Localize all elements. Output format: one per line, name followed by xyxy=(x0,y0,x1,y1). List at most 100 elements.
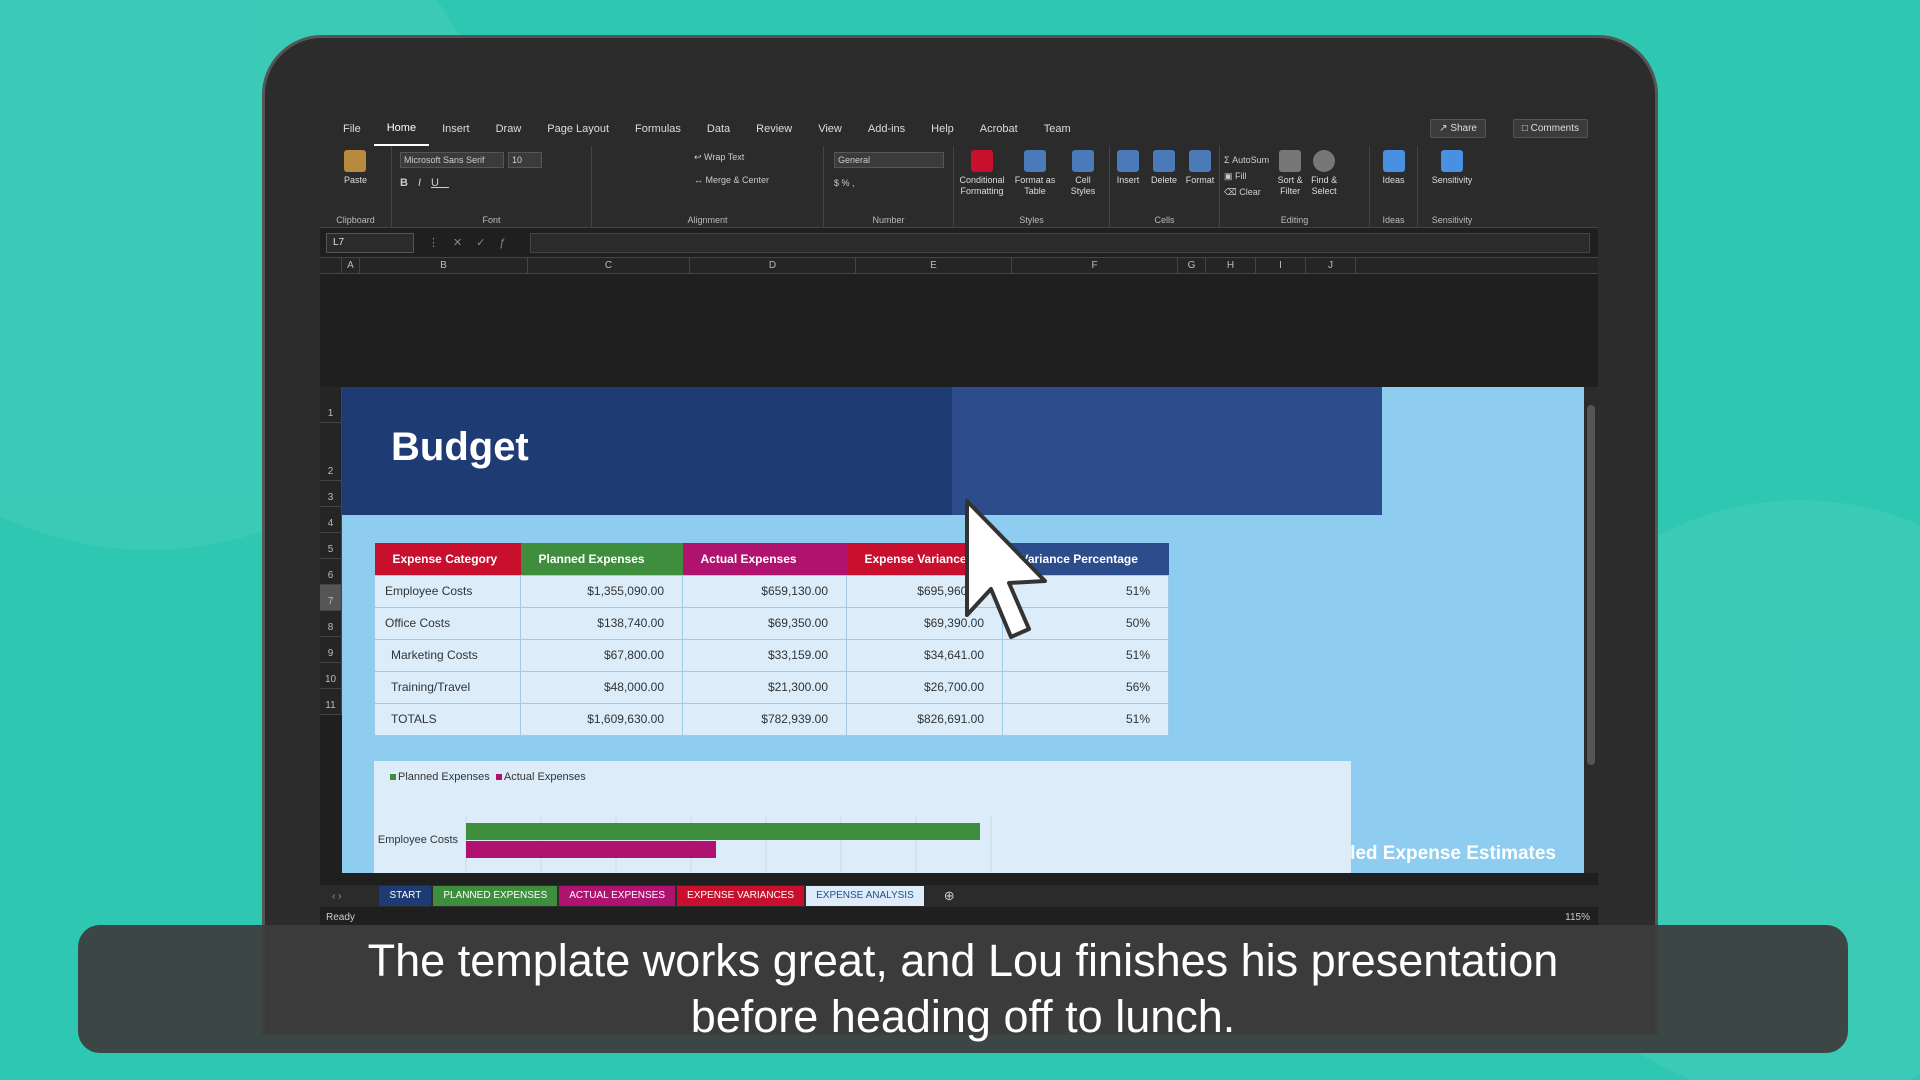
menu-tab-review[interactable]: Review xyxy=(743,112,805,146)
menu-tab-acrobat[interactable]: Acrobat xyxy=(967,112,1031,146)
expense-chart[interactable]: Planned Expenses Actual Expenses Employe… xyxy=(374,761,1351,873)
row-header-1[interactable]: 1 xyxy=(320,387,341,423)
table-cell[interactable]: $69,350.00 xyxy=(682,606,847,640)
menu-tab-page-layout[interactable]: Page Layout xyxy=(534,112,622,146)
sensitivity-icon xyxy=(1440,150,1463,172)
row-header-9[interactable]: 9 xyxy=(320,637,341,663)
row-header-11[interactable]: 11 xyxy=(320,689,341,715)
insert-cells-button[interactable]: Insert xyxy=(1110,146,1146,186)
ideas-button[interactable]: Ideas xyxy=(1378,146,1408,186)
column-header-b[interactable]: B xyxy=(360,258,528,273)
bar-planned[interactable] xyxy=(466,823,980,840)
comments-button[interactable]: □ Comments xyxy=(1512,119,1588,138)
clear-button[interactable]: ⌫ Clear xyxy=(1224,184,1269,200)
column-header-j[interactable]: J xyxy=(1306,258,1356,273)
sheet-tab-expense-variances[interactable]: EXPENSE VARIANCES xyxy=(677,886,805,906)
row-header-8[interactable]: 8 xyxy=(320,611,341,637)
font-name-select[interactable]: Microsoft Sans Serif xyxy=(400,152,504,168)
table-cell[interactable]: Employee Costs xyxy=(374,574,521,608)
select-all-corner[interactable] xyxy=(320,258,342,273)
row-header-3[interactable]: 3 xyxy=(320,481,341,507)
sheet-tab-start[interactable]: START xyxy=(379,886,432,906)
ribbon: Paste Clipboard Microsoft Sans Serif 10 … xyxy=(320,146,1598,228)
tab-nav-arrows[interactable]: ‹ › xyxy=(332,891,341,902)
bar-chart-svg: Employee CostsOffice CostsMarketing Cost… xyxy=(378,816,992,873)
wrap-text-button[interactable]: ↩ Wrap Text xyxy=(694,152,744,163)
table-cell[interactable]: $21,300.00 xyxy=(682,670,847,704)
clipboard-group: Paste Clipboard xyxy=(320,146,392,228)
name-box[interactable]: L7 xyxy=(326,232,414,253)
column-header-h[interactable]: H xyxy=(1206,258,1256,273)
menu-tab-data[interactable]: Data xyxy=(694,112,743,146)
table-cell[interactable]: $138,740.00 xyxy=(520,606,683,640)
table-row: Training/Travel $48,000.00 $21,300.00 $26,7… xyxy=(374,670,1169,704)
table-cell[interactable]: $782,939.00 xyxy=(682,702,847,736)
row-header-2[interactable]: 2 xyxy=(320,423,341,481)
menu-tab-view[interactable]: View xyxy=(805,112,855,146)
sheet-tab-expense-analysis[interactable]: EXPENSE ANALYSIS xyxy=(806,886,924,906)
status-bar: Ready 115% xyxy=(320,907,1598,927)
scroll-thumb[interactable] xyxy=(1587,405,1595,765)
number-format-select[interactable]: General xyxy=(834,152,944,168)
font-size-select[interactable]: 10 xyxy=(508,152,542,168)
table-cell[interactable]: 56% xyxy=(1002,670,1169,704)
row-header-4[interactable]: 4 xyxy=(320,507,341,533)
menu-tab-help[interactable]: Help xyxy=(918,112,967,146)
table-header-cell: Actual Expenses xyxy=(682,543,847,575)
font-format-buttons[interactable]: BIU xyxy=(400,177,449,189)
table-cell[interactable]: $826,691.00 xyxy=(846,702,1003,736)
column-header-f[interactable]: F xyxy=(1012,258,1178,273)
menu-tab-file[interactable]: File xyxy=(330,112,374,146)
sensitivity-button[interactable]: Sensitivity xyxy=(1428,146,1477,186)
paste-button[interactable]: Paste xyxy=(340,146,371,186)
format-cells-button[interactable]: Format xyxy=(1182,146,1218,186)
menu-tab-team[interactable]: Team xyxy=(1031,112,1084,146)
column-header-a[interactable]: A xyxy=(342,258,360,273)
vertical-scrollbar[interactable] xyxy=(1584,387,1598,873)
format-as-table-button[interactable]: Format as Table xyxy=(1010,146,1060,197)
conditional-formatting-button[interactable]: Conditional Formatting xyxy=(954,146,1010,197)
sheet-tab-planned-expenses[interactable]: PLANNED EXPENSES xyxy=(433,886,558,906)
table-cell[interactable]: $1,355,090.00 xyxy=(520,574,683,608)
menu-tab-formulas[interactable]: Formulas xyxy=(622,112,694,146)
row-header-6[interactable]: 6 xyxy=(320,559,341,585)
share-button[interactable]: ↗ Share xyxy=(1430,119,1486,138)
fill-button[interactable]: ▣ Fill xyxy=(1224,168,1269,184)
column-header-c[interactable]: C xyxy=(528,258,690,273)
column-header-d[interactable]: D xyxy=(690,258,856,273)
table-cell[interactable]: $1,609,630.00 xyxy=(520,702,683,736)
menu-tab-home[interactable]: Home xyxy=(373,112,430,146)
table-cell[interactable]: TOTALS xyxy=(374,702,521,736)
bar-actual[interactable] xyxy=(466,841,717,858)
sort-filter-button[interactable]: Sort & Filter xyxy=(1273,146,1307,197)
table-cell[interactable]: Training/Travel xyxy=(374,670,521,704)
table-cell[interactable]: $48,000.00 xyxy=(520,670,683,704)
autosum-button[interactable]: Σ AutoSum xyxy=(1224,152,1269,168)
table-cell[interactable]: $659,130.00 xyxy=(682,574,847,608)
menu-tab-add-ins[interactable]: Add-ins xyxy=(855,112,918,146)
find-select-button[interactable]: Find & Select xyxy=(1307,146,1341,197)
formula-input[interactable] xyxy=(529,232,1590,253)
table-cell[interactable]: Marketing Costs xyxy=(374,638,521,672)
table-cell[interactable]: Office Costs xyxy=(374,606,521,640)
excel-window: File Home Insert Draw Page Layout Formulas Dat… xyxy=(320,112,1598,927)
column-header-g[interactable]: G xyxy=(1178,258,1206,273)
caption-line-1: The template works great, and Lou finish… xyxy=(367,935,1559,986)
column-header-i[interactable]: I xyxy=(1256,258,1306,273)
table-cell[interactable]: $26,700.00 xyxy=(846,670,1003,704)
add-sheet-icon[interactable]: ⊕ xyxy=(944,888,955,904)
row-header-5[interactable]: 5 xyxy=(320,533,341,559)
merge-center-button[interactable]: ↔ Merge & Center xyxy=(694,175,769,185)
currency-percent-buttons[interactable]: $ % , xyxy=(834,178,855,188)
table-cell[interactable]: 51% xyxy=(1002,702,1169,736)
row-header-7[interactable]: 7 xyxy=(320,585,341,611)
menu-tab-insert[interactable]: Insert xyxy=(429,112,483,146)
table-cell[interactable]: $67,800.00 xyxy=(520,638,683,672)
delete-cells-button[interactable]: Delete xyxy=(1146,146,1182,186)
sheet-tab-actual-expenses[interactable]: ACTUAL EXPENSES xyxy=(559,886,676,906)
column-header-e[interactable]: E xyxy=(856,258,1012,273)
cell-styles-button[interactable]: Cell Styles xyxy=(1060,146,1106,197)
table-cell[interactable]: $33,159.00 xyxy=(682,638,847,672)
row-header-10[interactable]: 10 xyxy=(320,663,341,689)
menu-tab-draw[interactable]: Draw xyxy=(483,112,535,146)
